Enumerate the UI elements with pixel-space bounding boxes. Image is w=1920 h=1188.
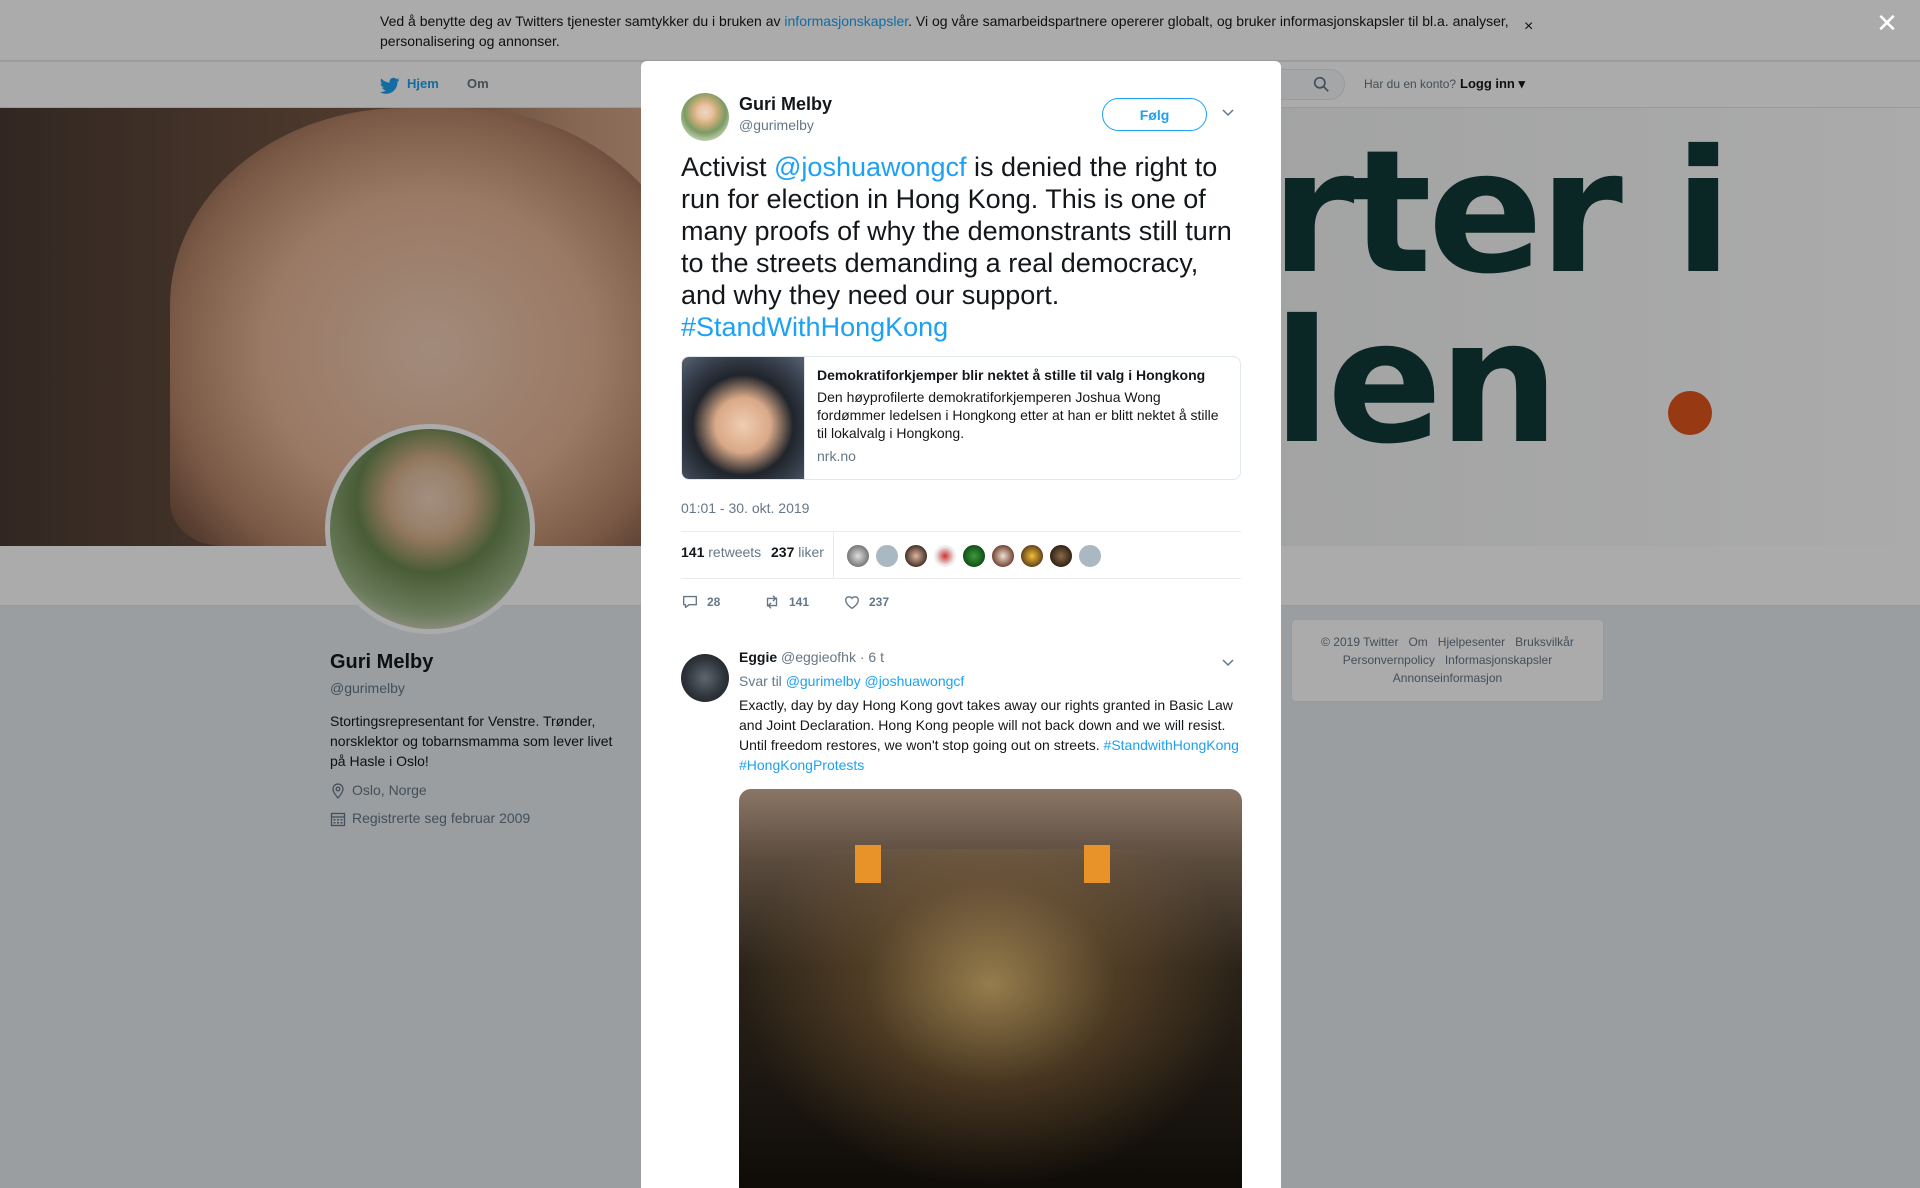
liker-avatar[interactable] xyxy=(904,544,928,568)
link-card-image xyxy=(682,357,805,479)
liker-avatar[interactable] xyxy=(1049,544,1073,568)
likes-label: liker xyxy=(798,544,824,560)
reply-count: 28 xyxy=(707,595,721,609)
retweets-count: 141 xyxy=(681,544,705,560)
reply-author-name[interactable]: Eggie xyxy=(739,649,777,665)
reply-button[interactable]: 28 xyxy=(681,593,720,613)
reply-text: Exactly, day by day Hong Kong govt takes… xyxy=(739,695,1239,775)
like-count: 237 xyxy=(869,595,890,609)
retweets-label: retweets xyxy=(708,544,762,560)
reply-time[interactable]: · 6 t xyxy=(860,649,884,665)
link-card[interactable]: Demokratiforkjemper blir nektet å stille… xyxy=(681,356,1241,480)
link-card-description: Den høyprofilerte demokratiforkjemperen … xyxy=(817,389,1219,441)
protest-crowd-photo xyxy=(739,849,1242,1188)
tweet-stats: 141 retweets 237 liker xyxy=(681,531,1241,579)
reply-hashtag-link[interactable]: #StandwithHongKong xyxy=(1104,737,1239,753)
retweet-button[interactable]: 141 xyxy=(763,593,809,613)
liker-avatar[interactable] xyxy=(962,544,986,568)
stats-divider xyxy=(833,532,834,578)
reply-to-mention[interactable]: @gurimelby xyxy=(786,673,861,689)
chevron-down-icon[interactable] xyxy=(1221,655,1235,669)
tweet-author-avatar[interactable] xyxy=(681,93,729,141)
reply-header: Eggie @eggieofhk · 6 t xyxy=(739,649,884,665)
retweets-stat[interactable]: 141 retweets xyxy=(681,544,761,560)
tweet-modal: Guri Melby @gurimelby Følg Activist @jos… xyxy=(641,61,1281,1188)
tweet-text-part1: Activist xyxy=(681,152,775,182)
tweet-actions: 28 141 237 xyxy=(681,593,1241,617)
tweet-hashtag-link[interactable]: #StandWithHongKong xyxy=(681,312,948,342)
tweet-timestamp[interactable]: 01:01 - 30. okt. 2019 xyxy=(681,500,809,516)
reply-icon xyxy=(683,595,697,609)
tweet-author-name[interactable]: Guri Melby xyxy=(739,94,832,115)
tweet-mention-link[interactable]: @joshuawongcf xyxy=(774,152,967,182)
reply-hashtag-link[interactable]: #HongKongProtests xyxy=(739,757,864,773)
chevron-down-icon[interactable] xyxy=(1221,105,1235,119)
reply-to-label: Svar til xyxy=(739,673,782,689)
like-button[interactable]: 237 xyxy=(843,593,889,613)
tweet-author-handle[interactable]: @gurimelby xyxy=(739,117,814,133)
reply-to: Svar til @gurimelby @joshuawongcf xyxy=(739,673,964,689)
liker-avatar[interactable] xyxy=(846,544,870,568)
liker-avatar[interactable] xyxy=(1020,544,1044,568)
likes-count: 237 xyxy=(771,544,795,560)
reply-to-mention[interactable]: @joshuawongcf xyxy=(864,673,964,689)
link-card-title: Demokratiforkjemper blir nektet å stille… xyxy=(817,367,1206,383)
link-card-domain: nrk.no xyxy=(817,448,856,464)
liker-avatar[interactable] xyxy=(875,544,899,568)
liker-avatar[interactable] xyxy=(991,544,1015,568)
tweet-text: Activist @joshuawongcf is denied the rig… xyxy=(681,151,1246,343)
heart-icon xyxy=(845,596,859,610)
liker-avatar[interactable] xyxy=(933,544,957,568)
warning-sign xyxy=(855,845,881,883)
close-icon[interactable]: ✕ xyxy=(1874,10,1900,36)
likes-stat[interactable]: 237 liker xyxy=(771,544,824,560)
liker-avatar[interactable] xyxy=(1078,544,1102,568)
retweet-icon xyxy=(766,595,778,609)
warning-sign xyxy=(1084,845,1110,883)
follow-button[interactable]: Følg xyxy=(1102,98,1207,131)
reply-media-photo[interactable] xyxy=(739,789,1242,1188)
reply-author-avatar[interactable] xyxy=(681,654,729,702)
retweet-count: 141 xyxy=(789,595,810,609)
reply-author-handle[interactable]: @eggieofhk xyxy=(781,649,856,665)
